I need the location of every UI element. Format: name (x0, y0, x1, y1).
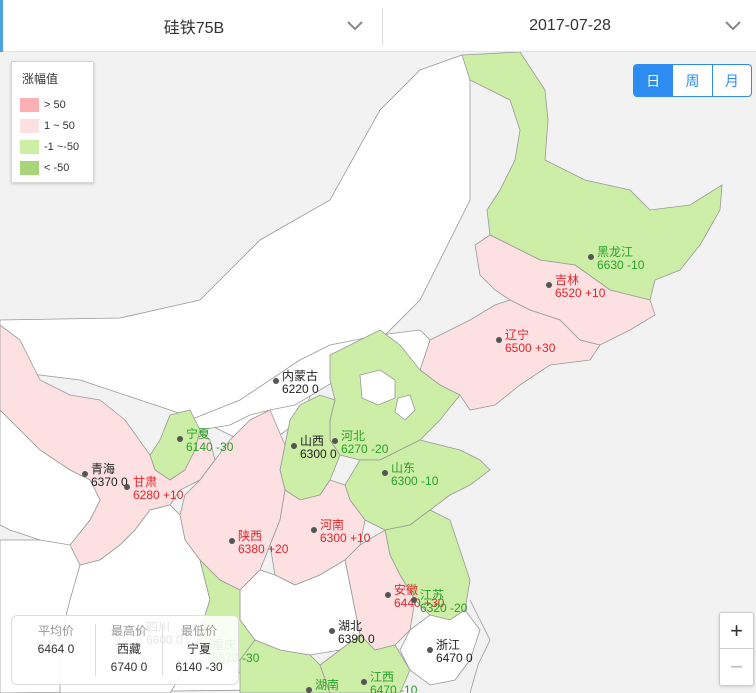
province-price: 6320 -20 (420, 601, 468, 615)
legend: 涨幅值 > 50 1 ~ 50 -1 ~-50 < -50 (11, 61, 94, 183)
zoom-in-button[interactable]: + (720, 613, 753, 648)
province-marker[interactable] (124, 484, 130, 490)
legend-swatch (20, 140, 39, 154)
province-name: 江西 (370, 670, 394, 684)
province-price: 6140 -30 (186, 440, 234, 454)
product-select[interactable]: 硅铁75B (6, 0, 382, 52)
max-price-label: 最高价 (110, 624, 147, 638)
province-price: 6380 +20 (238, 542, 289, 556)
province-price: 6300 0 (300, 447, 337, 461)
province-price: 6390 0 (338, 632, 375, 646)
province-name: 辽宁 (505, 327, 529, 342)
province-marker[interactable] (82, 471, 88, 477)
province-price: 6630 -10 (597, 258, 645, 272)
date-select-value: 2017-07-28 (529, 17, 611, 34)
product-select-value: 硅铁75B (163, 20, 225, 37)
province-marker[interactable] (411, 597, 417, 603)
province-marker[interactable] (273, 378, 279, 384)
province-marker[interactable] (332, 438, 338, 444)
min-price-value: 6140 -30 (175, 660, 223, 674)
legend-label: -1 ~-50 (44, 141, 80, 153)
province-name: 河南 (320, 517, 344, 532)
period-day-button[interactable]: 日 (634, 65, 673, 96)
province-name: 山东 (391, 461, 415, 475)
window-edge (0, 0, 3, 52)
avg-price-value: 6464 0 (37, 642, 75, 656)
legend-swatch (20, 161, 39, 175)
legend-label: 1 ~ 50 (44, 120, 75, 132)
province-marker[interactable] (382, 470, 388, 476)
province-marker[interactable] (306, 687, 312, 693)
province-marker[interactable] (229, 538, 235, 544)
province-marker[interactable] (496, 337, 502, 343)
period-month-button[interactable]: 月 (711, 65, 751, 96)
province-price: 6470 -10 (370, 683, 418, 693)
price-stats-panel: 平均价 6464 0 最高价 西藏 6740 0 最低价 宁夏 6140 -30 (11, 615, 239, 685)
legend-swatch (20, 98, 39, 112)
max-price-stat: 最高价 西藏 6740 0 (100, 622, 158, 676)
legend-label: > 50 (44, 99, 66, 111)
province-marker[interactable] (588, 254, 594, 260)
china-price-map[interactable]: 黑龙江6630 -10 吉林6520 +10 辽宁6500 +30 内蒙古6220 0… (0, 52, 756, 693)
avg-price-label: 平均价 (37, 624, 74, 638)
province-marker[interactable] (546, 282, 552, 288)
chevron-down-icon (347, 21, 363, 31)
province-name: 湖南 (315, 677, 339, 692)
stats-divider (95, 624, 96, 676)
province-marker[interactable] (361, 679, 367, 685)
stats-divider (162, 624, 163, 676)
province-price: 6270 -20 (341, 442, 389, 456)
province-name: 吉林 (555, 273, 579, 287)
province-name: 浙江 (436, 638, 460, 652)
min-price-stat: 最低价 宁夏 6140 -30 (166, 622, 232, 676)
province-marker[interactable] (291, 443, 297, 449)
legend-item[interactable]: -1 ~-50 (20, 140, 79, 154)
legend-item[interactable]: 1 ~ 50 (20, 119, 75, 133)
min-price-province: 宁夏 (186, 642, 211, 656)
zoom-out-button[interactable]: − (720, 648, 753, 684)
province-price: 6300 +10 (320, 531, 371, 545)
province-marker[interactable] (385, 592, 391, 598)
zoom-control: + − (719, 612, 754, 686)
legend-title: 涨幅值 (22, 72, 59, 86)
legend-swatch (20, 119, 39, 133)
province-price: 6220 0 (282, 382, 319, 396)
province-price: 6280 +10 (133, 488, 184, 502)
province-name: 内蒙古 (282, 368, 318, 383)
province-name: 河北 (341, 429, 365, 443)
max-price-value: 6740 0 (110, 660, 148, 674)
province-marker[interactable] (177, 436, 183, 442)
province-price: 6470 0 (436, 651, 473, 665)
province-name: 山西 (300, 434, 324, 448)
legend-item[interactable]: > 50 (20, 98, 66, 112)
province-price: 6520 +10 (555, 286, 606, 300)
province-name: 宁夏 (186, 426, 210, 441)
legend-item[interactable]: < -50 (20, 161, 69, 175)
province-price: 6370 0 (91, 475, 128, 489)
min-price-label: 最低价 (180, 624, 217, 638)
province-name: 甘肃 (133, 475, 157, 489)
period-week-button[interactable]: 周 (672, 65, 711, 96)
period-toggle: 日 周 月 (633, 64, 752, 97)
province-name: 陕西 (238, 528, 262, 543)
province-marker[interactable] (311, 527, 317, 533)
province-price: 6300 -10 (391, 474, 439, 488)
province-price: 6500 +30 (505, 341, 556, 355)
province-name: 江苏 (420, 588, 444, 602)
province-marker[interactable] (329, 628, 335, 634)
top-bar: 硅铁75B 2017-07-28 (0, 0, 756, 52)
chevron-down-icon (725, 21, 741, 31)
province-name: 黑龙江 (597, 245, 633, 259)
province-marker[interactable] (427, 647, 433, 653)
selector-divider (382, 8, 383, 46)
max-price-province: 西藏 (116, 642, 141, 656)
province-name: 湖北 (338, 618, 362, 633)
date-select[interactable]: 2017-07-28 (384, 0, 756, 52)
province-name: 安徽 (394, 582, 418, 597)
legend-label: < -50 (44, 162, 70, 174)
avg-price-stat: 平均价 6464 0 (26, 622, 86, 658)
province-name: 青海 (91, 461, 115, 476)
